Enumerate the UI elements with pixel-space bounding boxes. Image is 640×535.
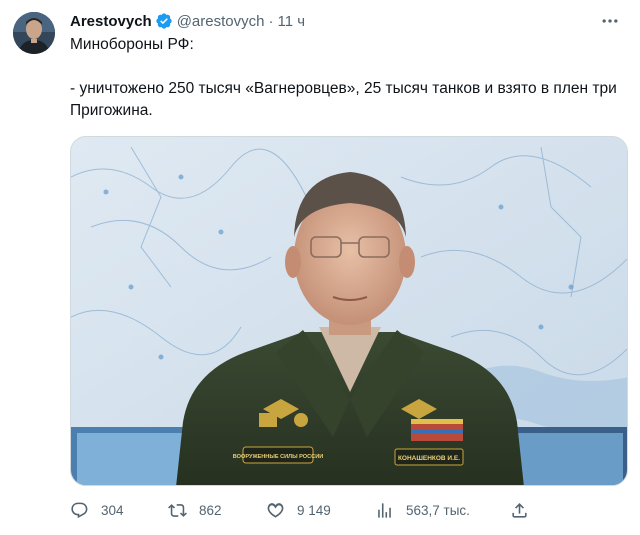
tweet-media-image[interactable]: ВООРУЖЕННЫЕ СИЛЫ РОССИИ КОНАШЕНКОВ И.Е.: [70, 136, 628, 486]
separator-dot: ·: [268, 12, 274, 30]
share-icon: [512, 502, 527, 518]
reply-count: 304: [101, 502, 124, 518]
tweet-text-line-2: - уничтожено 250 тысяч «Вагнеровцев», 25…: [70, 80, 622, 119]
avatar-image: [13, 12, 55, 54]
media-photo: ВООРУЖЕННЫЕ СИЛЫ РОССИИ КОНАШЕНКОВ И.Е.: [71, 137, 627, 485]
name-tag: КОНАШЕНКОВ И.Е.: [398, 455, 460, 462]
reply-button[interactable]: 304: [70, 498, 124, 522]
author-handle[interactable]: @arestovych: [177, 13, 265, 30]
retweet-count: 862: [199, 502, 222, 518]
reply-icon: [71, 502, 88, 518]
like-button[interactable]: 9 149: [266, 498, 331, 522]
like-count: 9 149: [297, 502, 331, 518]
author-name[interactable]: Arestovych: [70, 13, 152, 30]
tweet-actions: 304 862 9 149 563,7 тыс.: [70, 498, 625, 522]
heart-icon: [267, 502, 284, 518]
share-button[interactable]: [510, 498, 529, 522]
avatar[interactable]: [13, 12, 55, 54]
tweet-timestamp[interactable]: 11 ч: [277, 13, 305, 30]
tweet-text-line-1: Минобороны РФ:: [70, 36, 194, 53]
views-button[interactable]: 563,7 тыс.: [375, 498, 470, 522]
views-count: 563,7 тыс.: [406, 502, 470, 518]
retweet-button[interactable]: 862: [168, 498, 222, 522]
retweet-icon: [168, 503, 187, 517]
views-chart-icon: [378, 502, 391, 518]
tweet-text: Минобороны РФ: - уничтожено 250 тысяч «В…: [70, 34, 625, 122]
tweet[interactable]: Arestovych @arestovych · 11 ч Минобороны…: [0, 0, 640, 535]
tweet-header: Arestovych @arestovych · 11 ч: [70, 10, 305, 32]
verified-badge-icon: [155, 12, 173, 30]
chevron-label: ВООРУЖЕННЫЕ СИЛЫ РОССИИ: [233, 454, 324, 460]
more-icon[interactable]: [598, 10, 622, 32]
